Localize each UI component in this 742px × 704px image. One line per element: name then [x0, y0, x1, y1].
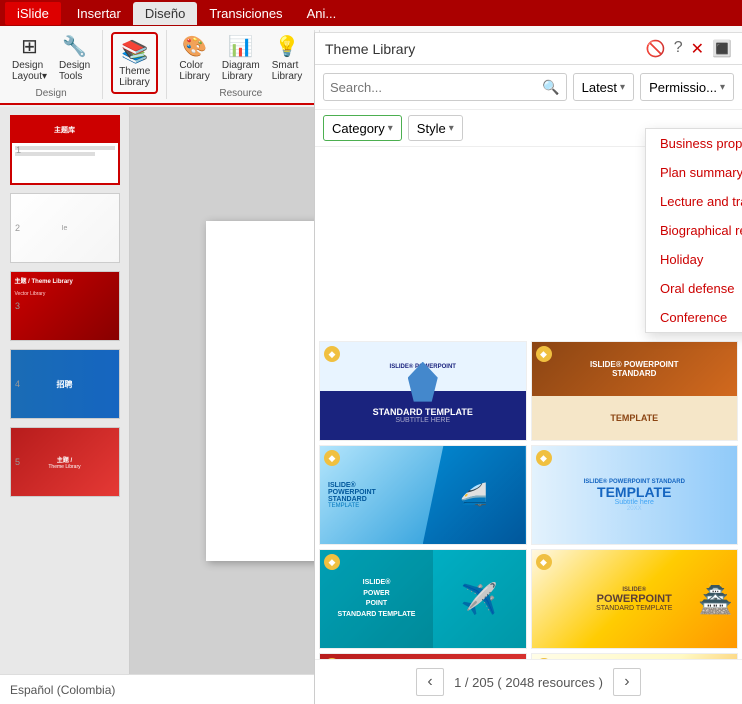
pagination: ‹ 1 / 205 ( 2048 resources ) › [315, 659, 742, 704]
category-item-holiday[interactable]: Holiday [646, 245, 742, 274]
design-layout-icon: ⊞ [16, 32, 44, 60]
smart-library-button[interactable]: 💡 SmartLibrary [268, 30, 307, 84]
ribbon-tabs: iSlide Insertar Diseño Transiciones Ani.… [0, 0, 742, 26]
design-tools-icon: 🔧 [61, 32, 89, 60]
design-tools-button[interactable]: 🔧 DesignTools [55, 30, 94, 84]
template-item-4[interactable]: ISLIDE® POWERPOINT STANDARD TEMPLATE Sub… [531, 445, 739, 545]
color-library-icon: 🎨 [181, 32, 209, 60]
search-bar: 🔍 Latest ▾ Permissio... ▾ [315, 65, 742, 110]
theme-library-panel: Theme Library 🚫 ? ✕ 🔳 🔍 Latest ▾ Permiss… [314, 32, 742, 704]
template-badge-1: ◆ [324, 346, 340, 362]
smart-library-label: SmartLibrary [272, 60, 303, 82]
title-bar-controls: 🚫 ? ✕ 🔳 [646, 39, 732, 59]
grid-area: ISLIDE® POWERPOINT STANDARD TEMPLATE SUB… [315, 337, 742, 659]
help-icon[interactable]: ? [674, 39, 683, 59]
category-filter-button[interactable]: Category ▾ [323, 115, 402, 141]
template-grid: ISLIDE® POWERPOINT STANDARD TEMPLATE SUB… [319, 341, 738, 659]
ban-icon[interactable]: 🚫 [646, 39, 666, 59]
template-item-3[interactable]: ISLIDE® POWERPOINT STANDARD TEMPLATE 🚄 ◆ [319, 445, 527, 545]
category-item-conference[interactable]: Conference [646, 303, 742, 332]
category-item-business-proposal[interactable]: Business proposal [646, 129, 742, 158]
template-item-5[interactable]: ISLIDE®POWERPOINTSTANDARD TEMPLATE ✈️ ◆ [319, 549, 527, 649]
design-layout-button[interactable]: ⊞ DesignLayout▾ [8, 30, 51, 84]
search-input-wrap: 🔍 [323, 73, 567, 101]
slide-thumb-1[interactable]: 主题库 1 [10, 115, 120, 185]
slide-thumb-5[interactable]: 主题 / Theme Library 5 [10, 427, 120, 497]
slide-thumb-4[interactable]: 招聘 4 [10, 349, 120, 419]
slide-panel: 主题库 1 Ie 2 主题 / Theme Library Vector Lib… [0, 107, 130, 674]
theme-library-highlight: 📚 ThemeLibrary [111, 32, 158, 94]
template-item-7[interactable]: ISLIDE® POWERPOINT STANDARD TEMPLATE ···… [319, 653, 527, 659]
slide-thumb-2[interactable]: Ie 2 [10, 193, 120, 263]
color-library-button[interactable]: 🎨 ColorLibrary [175, 30, 214, 84]
category-item-lecture-training[interactable]: Lecture and training [646, 187, 742, 216]
ribbon-group-resource: 🎨 ColorLibrary 📊 DiagramLibrary 💡 SmartL… [167, 30, 315, 99]
diagram-library-icon: 📊 [227, 32, 255, 60]
template-item-6[interactable]: ISLIDE® POWERPOINT STANDARD TEMPLATE 🏯 ◆ [531, 549, 739, 649]
tab-transiciones[interactable]: Transiciones [197, 2, 294, 25]
maximize-icon[interactable]: 🔳 [712, 39, 732, 59]
latest-chevron-icon: ▾ [620, 82, 625, 93]
tab-islide[interactable]: iSlide [5, 2, 61, 25]
category-item-plan-summary[interactable]: Plan summary [646, 158, 742, 187]
category-filter-label: Category [332, 121, 385, 136]
resource-group-label: Resource [219, 88, 262, 99]
panel-title: Theme Library [325, 41, 415, 57]
tab-ani[interactable]: Ani... [295, 2, 349, 25]
style-filter-button[interactable]: Style ▾ [408, 115, 463, 141]
page-info: 1 / 205 ( 2048 resources ) [454, 675, 603, 690]
theme-library-icon: 📚 [121, 38, 149, 66]
theme-library-title-bar: Theme Library 🚫 ? ✕ 🔳 [315, 33, 742, 65]
tab-insertar[interactable]: Insertar [65, 2, 133, 25]
ribbon-group-theme: 📚 ThemeLibrary [103, 30, 167, 99]
slide-thumb-3[interactable]: 主题 / Theme Library Vector Library 3 [10, 271, 120, 341]
category-dropdown: Business proposal Plan summary Lecture a… [645, 128, 742, 333]
template-item-2[interactable]: ISLIDE® POWERPOINTSTANDARD TEMPLATE ◆ [531, 341, 739, 441]
theme-library-label: ThemeLibrary [119, 66, 150, 88]
search-input[interactable] [330, 80, 542, 95]
design-group-label: Design [36, 88, 67, 99]
template-badge-4: ◆ [536, 450, 552, 466]
theme-library-button[interactable]: 📚 ThemeLibrary [115, 36, 154, 90]
close-button[interactable]: ✕ [691, 39, 704, 59]
language-label: Español (Colombia) [10, 683, 115, 697]
smart-library-icon: 💡 [273, 32, 301, 60]
category-item-biographical-resume[interactable]: Biographical resume [646, 216, 742, 245]
category-item-oral-defense[interactable]: Oral defense [646, 274, 742, 303]
template-badge-6: ◆ [536, 554, 552, 570]
prev-page-button[interactable]: ‹ [416, 668, 444, 696]
color-library-label: ColorLibrary [179, 60, 210, 82]
search-icon: 🔍 [542, 79, 559, 96]
permission-dropdown[interactable]: Permissio... ▾ [640, 73, 734, 101]
next-page-button[interactable]: › [613, 668, 641, 696]
design-tools-label: DesignTools [59, 60, 90, 82]
latest-dropdown[interactable]: Latest ▾ [573, 73, 634, 101]
template-item-1[interactable]: ISLIDE® POWERPOINT STANDARD TEMPLATE SUB… [319, 341, 527, 441]
style-filter-label: Style [417, 121, 446, 136]
category-chevron-icon: ▾ [388, 123, 393, 134]
tab-diseno[interactable]: Diseño [133, 2, 197, 25]
template-badge-5: ◆ [324, 554, 340, 570]
template-badge-2: ◆ [536, 346, 552, 362]
design-layout-label: DesignLayout▾ [12, 60, 47, 82]
template-badge-3: ◆ [324, 450, 340, 466]
permission-chevron-icon: ▾ [720, 82, 725, 93]
diagram-library-button[interactable]: 📊 DiagramLibrary [218, 30, 264, 84]
diagram-library-label: DiagramLibrary [222, 60, 260, 82]
ribbon-group-design: ⊞ DesignLayout▾ 🔧 DesignTools Design [0, 30, 103, 99]
template-item-8[interactable]: ISLIDE® POWERPOINT STANDARD TEMPLATE 🏗️ … [531, 653, 739, 659]
style-chevron-icon: ▾ [449, 123, 454, 134]
